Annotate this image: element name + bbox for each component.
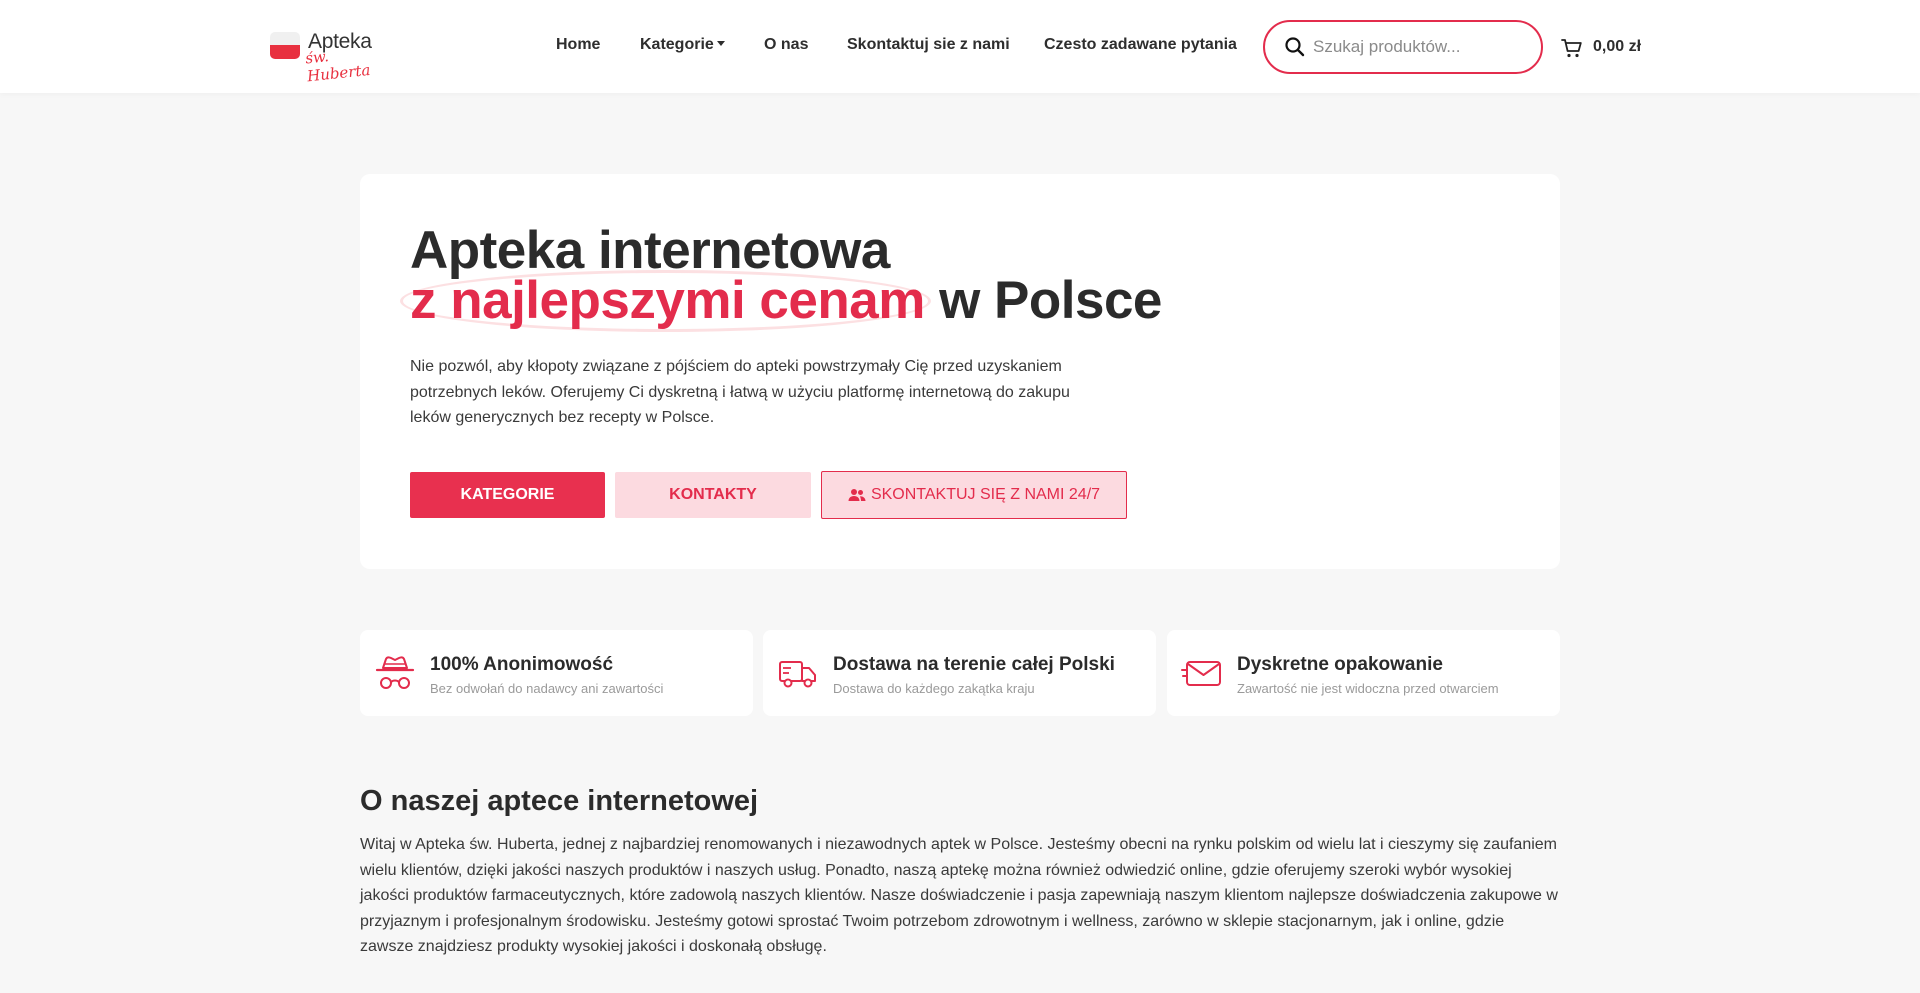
feature-title: Dostawa na terenie całej Polski xyxy=(833,654,1115,675)
brand-logo[interactable]: Apteka św. Huberta xyxy=(268,28,392,85)
contact-us-label: SKONTAKTUJ SIĘ Z NAMI 24/7 xyxy=(870,486,1101,503)
feature-title: 100% Anonimowość xyxy=(430,654,614,675)
nav-contact[interactable]: Skontaktuj sie z nami xyxy=(847,36,1010,54)
nav-kategorie-label: Kategorie xyxy=(640,36,714,53)
envelope-icon xyxy=(1181,661,1221,686)
nav-kategorie[interactable]: Kategorie xyxy=(640,36,725,54)
cart-icon xyxy=(1561,39,1582,58)
hero-title: Apteka internetowa z najlepszymi cenam w… xyxy=(400,224,1310,332)
hero-description: Nie pozwól, aby kłopoty związane z pójśc… xyxy=(410,358,1070,426)
nav-o-nas[interactable]: O nas xyxy=(764,36,808,54)
contacts-button[interactable]: KONTAKTY xyxy=(615,472,811,518)
feature-card: 100% Anonimowość Bez odwołań do nadawcy … xyxy=(360,630,753,716)
feature-subtitle: Zawartość nie jest widoczna przed otwarc… xyxy=(1237,681,1499,696)
nav-home[interactable]: Home xyxy=(556,36,600,54)
chevron-down-icon xyxy=(716,40,725,46)
truck-icon xyxy=(779,661,816,688)
feature-subtitle: Bez odwołań do nadawcy ani zawartości xyxy=(430,681,664,696)
categories-button[interactable]: KATEGORIE xyxy=(410,472,605,518)
hero-title-rest: w Polsce xyxy=(924,271,1162,330)
site-header: Apteka św. Huberta Home Kategorie O nas … xyxy=(0,0,1920,93)
feature-subtitle: Dostawa do każdego zakątka kraju xyxy=(833,681,1035,696)
about-title: O naszej aptece internetowej xyxy=(360,785,759,817)
contact-us-button[interactable]: SKONTAKTUJ SIĘ Z NAMI 24/7 xyxy=(821,471,1127,519)
feature-card: Dyskretne opakowanie Zawartość nie jest … xyxy=(1167,630,1560,716)
search-input[interactable] xyxy=(1313,34,1523,60)
hero-title-accent: z najlepszymi cenam xyxy=(400,270,931,332)
incognito-icon xyxy=(375,656,415,689)
search-box[interactable] xyxy=(1263,20,1543,74)
search-icon[interactable] xyxy=(1283,35,1307,59)
flag-icon xyxy=(270,32,300,59)
cart-total: 0,00 zł xyxy=(1593,38,1642,55)
nav-faq[interactable]: Czesto zadawane pytania xyxy=(1044,36,1237,54)
brand-script: św. Huberta xyxy=(304,47,372,86)
highlight-ellipse xyxy=(400,270,931,332)
feature-title: Dyskretne opakowanie xyxy=(1237,654,1443,675)
feature-card: Dostawa na terenie całej Polski Dostawa … xyxy=(763,630,1156,716)
about-text: Witaj w Apteka św. Huberta, jednej z naj… xyxy=(360,836,1558,955)
hero-card: Apteka internetowa z najlepszymi cenam w… xyxy=(360,174,1560,569)
users-icon xyxy=(848,489,866,501)
